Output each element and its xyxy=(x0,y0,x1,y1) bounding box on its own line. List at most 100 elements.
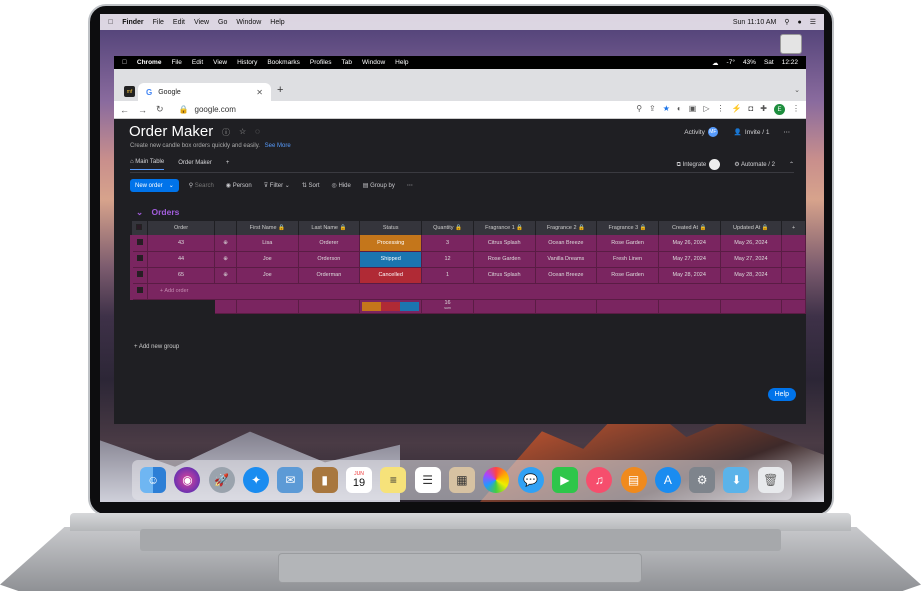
music-icon[interactable]: ♫ xyxy=(586,467,613,493)
chrome-menu-edit[interactable]: Edit xyxy=(192,59,203,66)
bookmark-star-icon[interactable]: ★ xyxy=(663,104,670,115)
mac-menu-view[interactable]: View xyxy=(194,19,209,26)
column-header-fragrance-2[interactable]: Fragrance 2 🔒 xyxy=(535,221,598,235)
conversation-icon[interactable]: ◌ xyxy=(255,127,260,138)
cell-status[interactable]: Processing xyxy=(359,235,423,252)
automate-button[interactable]: ⚙ Automate / 2 xyxy=(734,161,775,168)
info-icon[interactable]: ⓘ xyxy=(222,127,230,138)
safari-icon[interactable]: ✦ xyxy=(243,467,270,493)
cell-fragrance-2[interactable]: Ocean Breeze xyxy=(535,235,598,252)
new-tab-icon[interactable]: + xyxy=(277,84,283,96)
user-icon[interactable]: ● xyxy=(797,19,801,26)
chrome-menu-file[interactable]: File xyxy=(171,59,181,66)
integrate-button[interactable]: ⧉ Integrate xyxy=(677,159,721,170)
cell-quantity[interactable]: 12 xyxy=(421,251,474,268)
chrome-menu-tab[interactable]: Tab xyxy=(342,59,352,66)
column-header-fragrance-3[interactable]: Fragrance 3 🔒 xyxy=(596,221,659,235)
extension-icon[interactable]: ⋮ xyxy=(716,104,724,115)
mac-menu-window[interactable]: Window xyxy=(236,19,261,26)
column-header-order[interactable]: Order xyxy=(147,221,216,235)
system-preferences-icon[interactable]: ⚙ xyxy=(689,467,716,493)
cell-fragrance-2[interactable]: Ocean Breeze xyxy=(535,267,598,284)
table-row[interactable]: 44 ⊕ Joe Orderson Shipped 12 Rose Garden… xyxy=(130,251,806,268)
quantity-sum[interactable]: 16 sum xyxy=(421,299,474,314)
weather-icon[interactable]: ☁ xyxy=(712,59,719,67)
mac-menu-help[interactable]: Help xyxy=(270,19,284,26)
reload-icon[interactable]: ↻ xyxy=(156,104,164,115)
add-update-icon[interactable]: ⊕ xyxy=(214,267,237,284)
new-order-button[interactable]: New order ⌄ xyxy=(130,179,179,192)
group-orders-header[interactable]: ⌄ Orders xyxy=(136,207,179,218)
facetime-icon[interactable]: ▶ xyxy=(551,467,578,493)
browser-tab-google[interactable]: G Google ✕ xyxy=(138,83,271,101)
pinned-tab-icon[interactable]: mf xyxy=(124,86,135,97)
menu-list-icon[interactable]: ☰ xyxy=(810,18,816,26)
tab-order-maker[interactable]: Order Maker xyxy=(178,160,212,170)
column-header-last-name[interactable]: Last Name 🔒 xyxy=(298,221,361,235)
cell-fragrance-2[interactable]: Vanilla Dreams xyxy=(535,251,598,268)
table-row[interactable]: 43 ⊕ Lisa Orderer Processing 3 Citrus Sp… xyxy=(130,235,806,252)
cell-fragrance-3[interactable]: Fresh Linen xyxy=(596,251,659,268)
drive-icon[interactable] xyxy=(780,34,802,54)
chrome-menu-window[interactable]: Window xyxy=(362,59,385,66)
mac-menu-go[interactable]: Go xyxy=(218,19,227,26)
cell-fragrance-1[interactable]: Rose Garden xyxy=(473,251,536,268)
cell-first-name[interactable]: Lisa xyxy=(236,235,299,252)
table-row[interactable]: 65 ⊕ Joe Orderman Cancelled 1 Citrus Spl… xyxy=(130,267,806,284)
select-all-checkbox[interactable] xyxy=(131,221,148,235)
extension-icon[interactable]: ◘ xyxy=(748,104,753,115)
chevron-down-icon[interactable]: ⌄ xyxy=(136,207,143,217)
person-filter-button[interactable]: ◉ Person xyxy=(226,182,252,189)
app-store-icon[interactable]: A xyxy=(654,467,681,493)
launchpad-icon[interactable]: 🚀 xyxy=(208,467,235,493)
address-bar[interactable]: 🔒 google.com xyxy=(179,105,236,114)
board-title[interactable]: Order Maker xyxy=(129,123,213,140)
cell-last-name[interactable]: Orderson xyxy=(298,251,361,268)
cell-status[interactable]: Shipped xyxy=(359,251,423,268)
add-column-icon[interactable]: + xyxy=(781,221,806,235)
hide-button[interactable]: ◎ Hide xyxy=(332,182,351,189)
add-new-group-button[interactable]: + Add new group xyxy=(134,344,179,350)
chrome-menu-history[interactable]: History xyxy=(237,59,257,66)
extension-icon[interactable]: ◐ xyxy=(677,104,682,115)
status-summary-bar[interactable] xyxy=(359,299,423,314)
row-checkbox[interactable] xyxy=(130,235,148,252)
column-header-created-at[interactable]: Created At 🔒 xyxy=(658,221,721,235)
see-more-link[interactable]: See More xyxy=(265,143,291,149)
invite-button[interactable]: Invite / 1 xyxy=(745,129,770,136)
add-row[interactable]: + Add order xyxy=(130,283,807,300)
calendar-icon[interactable]: JUN 19 xyxy=(346,467,373,493)
add-order-input[interactable]: + Add order xyxy=(147,283,807,300)
trash-icon[interactable]: 🗑 xyxy=(757,467,784,493)
extension-icon[interactable]: ⚡ xyxy=(731,104,741,115)
cell-order[interactable]: 65 xyxy=(147,267,216,284)
chrome-menu-chrome[interactable]: Chrome xyxy=(137,59,162,66)
help-button[interactable]: Help xyxy=(767,388,796,401)
more-options-icon[interactable]: ⋯ xyxy=(784,128,791,136)
activity-button[interactable]: Activity xyxy=(684,129,705,136)
cell-fragrance-3[interactable]: Rose Garden xyxy=(596,267,659,284)
cell-order[interactable]: 43 xyxy=(147,235,216,252)
search-input[interactable]: ⚲ Search xyxy=(189,182,214,189)
add-update-icon[interactable]: ⊕ xyxy=(214,235,237,252)
photos-icon[interactable] xyxy=(483,467,510,493)
cell-first-name[interactable]: Joe xyxy=(236,251,299,268)
extension-icon[interactable]: ▣ xyxy=(689,104,697,115)
reminders-icon[interactable]: ☰ xyxy=(414,467,441,493)
photo-booth-icon[interactable]: ▦ xyxy=(448,467,475,493)
forward-icon[interactable]: → xyxy=(138,105,147,115)
extension-icon[interactable]: ▷ xyxy=(703,104,709,115)
contacts-icon[interactable]: ▮ xyxy=(311,467,338,493)
preview-icon[interactable]: ✉ xyxy=(277,467,304,493)
cell-fragrance-1[interactable]: Citrus Splash xyxy=(473,235,536,252)
more-toolbar-icon[interactable]: ⋯ xyxy=(407,182,413,189)
chevron-down-icon[interactable]: ⌄ xyxy=(169,182,174,189)
cell-fragrance-3[interactable]: Rose Garden xyxy=(596,235,659,252)
cell-last-name[interactable]: Orderman xyxy=(298,267,361,284)
column-header-status[interactable]: Status xyxy=(359,221,423,235)
search-icon[interactable]: ⚲ xyxy=(784,18,789,26)
row-checkbox[interactable] xyxy=(130,251,148,268)
group-by-button[interactable]: ▤ Group by xyxy=(363,182,395,189)
cell-first-name[interactable]: Joe xyxy=(236,267,299,284)
invite-icon[interactable]: 👤 xyxy=(734,128,742,136)
